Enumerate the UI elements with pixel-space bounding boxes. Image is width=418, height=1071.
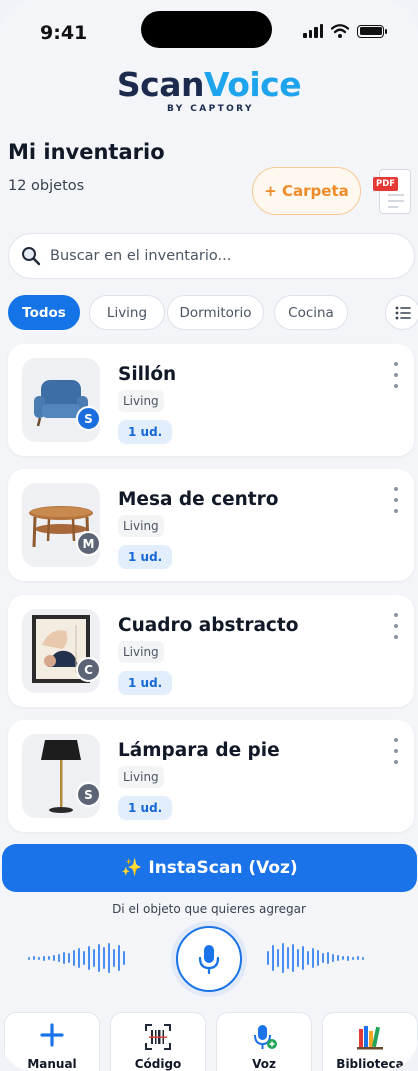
- item-name: Cuadro abstracto: [118, 615, 299, 636]
- waveform-right: [267, 942, 364, 974]
- owner-avatar: S: [76, 782, 101, 807]
- filter-chip-cocina[interactable]: Cocina: [274, 295, 348, 330]
- more-options-icon[interactable]: [392, 487, 400, 513]
- item-quantity-badge: 1 ud.: [118, 420, 173, 444]
- logo-voice: Voice: [203, 65, 302, 104]
- plus-icon: [40, 1023, 64, 1047]
- inventory-item[interactable]: S Lámpara de pie Living 1 ud.: [8, 720, 414, 832]
- item-name: Mesa de centro: [118, 489, 279, 510]
- voz-label: Voz: [252, 1057, 276, 1071]
- item-room-tag: Living: [118, 766, 164, 788]
- waveform-left: [28, 942, 125, 974]
- filter-chip-dormitorio[interactable]: Dormitorio: [167, 295, 264, 330]
- more-options-icon[interactable]: [392, 738, 400, 764]
- barcode-button[interactable]: Código: [110, 1012, 206, 1071]
- owner-avatar: C: [76, 657, 101, 682]
- inventory-item[interactable]: M Mesa de centro Living 1 ud.: [8, 469, 414, 581]
- item-room-tag: Living: [118, 390, 164, 412]
- item-quantity-badge: 1 ud.: [118, 545, 173, 569]
- search-bar[interactable]: [8, 233, 415, 279]
- item-name: Lámpara de pie: [118, 740, 280, 761]
- logo-scan: Scan: [116, 65, 205, 104]
- item-room-tag: Living: [118, 515, 164, 537]
- instascan-button[interactable]: ✨ InstaScan (Voz): [2, 844, 417, 892]
- filter-chip-living[interactable]: Living: [89, 295, 165, 330]
- item-name: Sillón: [118, 364, 177, 385]
- search-input[interactable]: [50, 248, 370, 264]
- voice-add-button[interactable]: Voz: [216, 1012, 312, 1071]
- pdf-export-icon[interactable]: PDF: [373, 169, 413, 215]
- logo-subtitle: BY CAPTORY: [167, 104, 254, 114]
- voice-hint: Di el objeto que quieres agregar: [112, 902, 306, 916]
- inventory-item[interactable]: C Cuadro abstracto Living 1 ud.: [8, 595, 414, 707]
- page-title: Mi inventario: [8, 140, 165, 164]
- wifi-icon: [331, 24, 349, 38]
- manual-label: Manual: [27, 1057, 77, 1071]
- list-view-button[interactable]: [385, 295, 418, 330]
- more-options-icon[interactable]: [392, 613, 400, 639]
- library-button[interactable]: Biblioteca: [322, 1012, 418, 1071]
- owner-avatar: M: [76, 531, 101, 556]
- add-folder-button[interactable]: + Carpeta: [252, 167, 361, 215]
- item-quantity-badge: 1 ud.: [118, 671, 173, 695]
- microphone-button[interactable]: [176, 926, 242, 992]
- voice-panel: ✨ InstaScan (Voz) Di el objeto que quier…: [0, 834, 418, 1071]
- owner-avatar: S: [76, 406, 101, 431]
- library-books-icon: [357, 1026, 383, 1050]
- filter-chips: Todos Living Dormitorio Cocina: [8, 295, 418, 330]
- more-options-icon[interactable]: [392, 362, 400, 388]
- battery-icon: [357, 24, 387, 38]
- biblioteca-label: Biblioteca: [336, 1057, 404, 1071]
- app-screen: 9:41 ScanVoice BY CAPTORY Mi inventario …: [0, 0, 418, 1071]
- barcode-scan-icon: [145, 1024, 171, 1050]
- status-time: 9:41: [40, 22, 88, 44]
- microphone-icon: [198, 945, 220, 975]
- manual-add-button[interactable]: Manual: [4, 1012, 100, 1071]
- dynamic-island: [141, 11, 272, 48]
- pdf-label: PDF: [373, 177, 399, 191]
- inventory-item[interactable]: S Sillón Living 1 ud.: [8, 344, 414, 456]
- status-icons: [303, 24, 387, 38]
- item-quantity-badge: 1 ud.: [118, 796, 173, 820]
- codigo-label: Código: [134, 1057, 182, 1071]
- cellular-signal-icon: [303, 24, 323, 38]
- list-icon: [395, 306, 411, 319]
- item-room-tag: Living: [118, 641, 164, 663]
- filter-chip-todos[interactable]: Todos: [8, 295, 80, 330]
- app-logo: ScanVoice BY CAPTORY: [0, 65, 418, 115]
- search-icon: [22, 247, 41, 266]
- voice-add-icon: [254, 1025, 277, 1049]
- status-bar: 9:41: [0, 0, 418, 62]
- object-count: 12 objetos: [8, 178, 85, 194]
